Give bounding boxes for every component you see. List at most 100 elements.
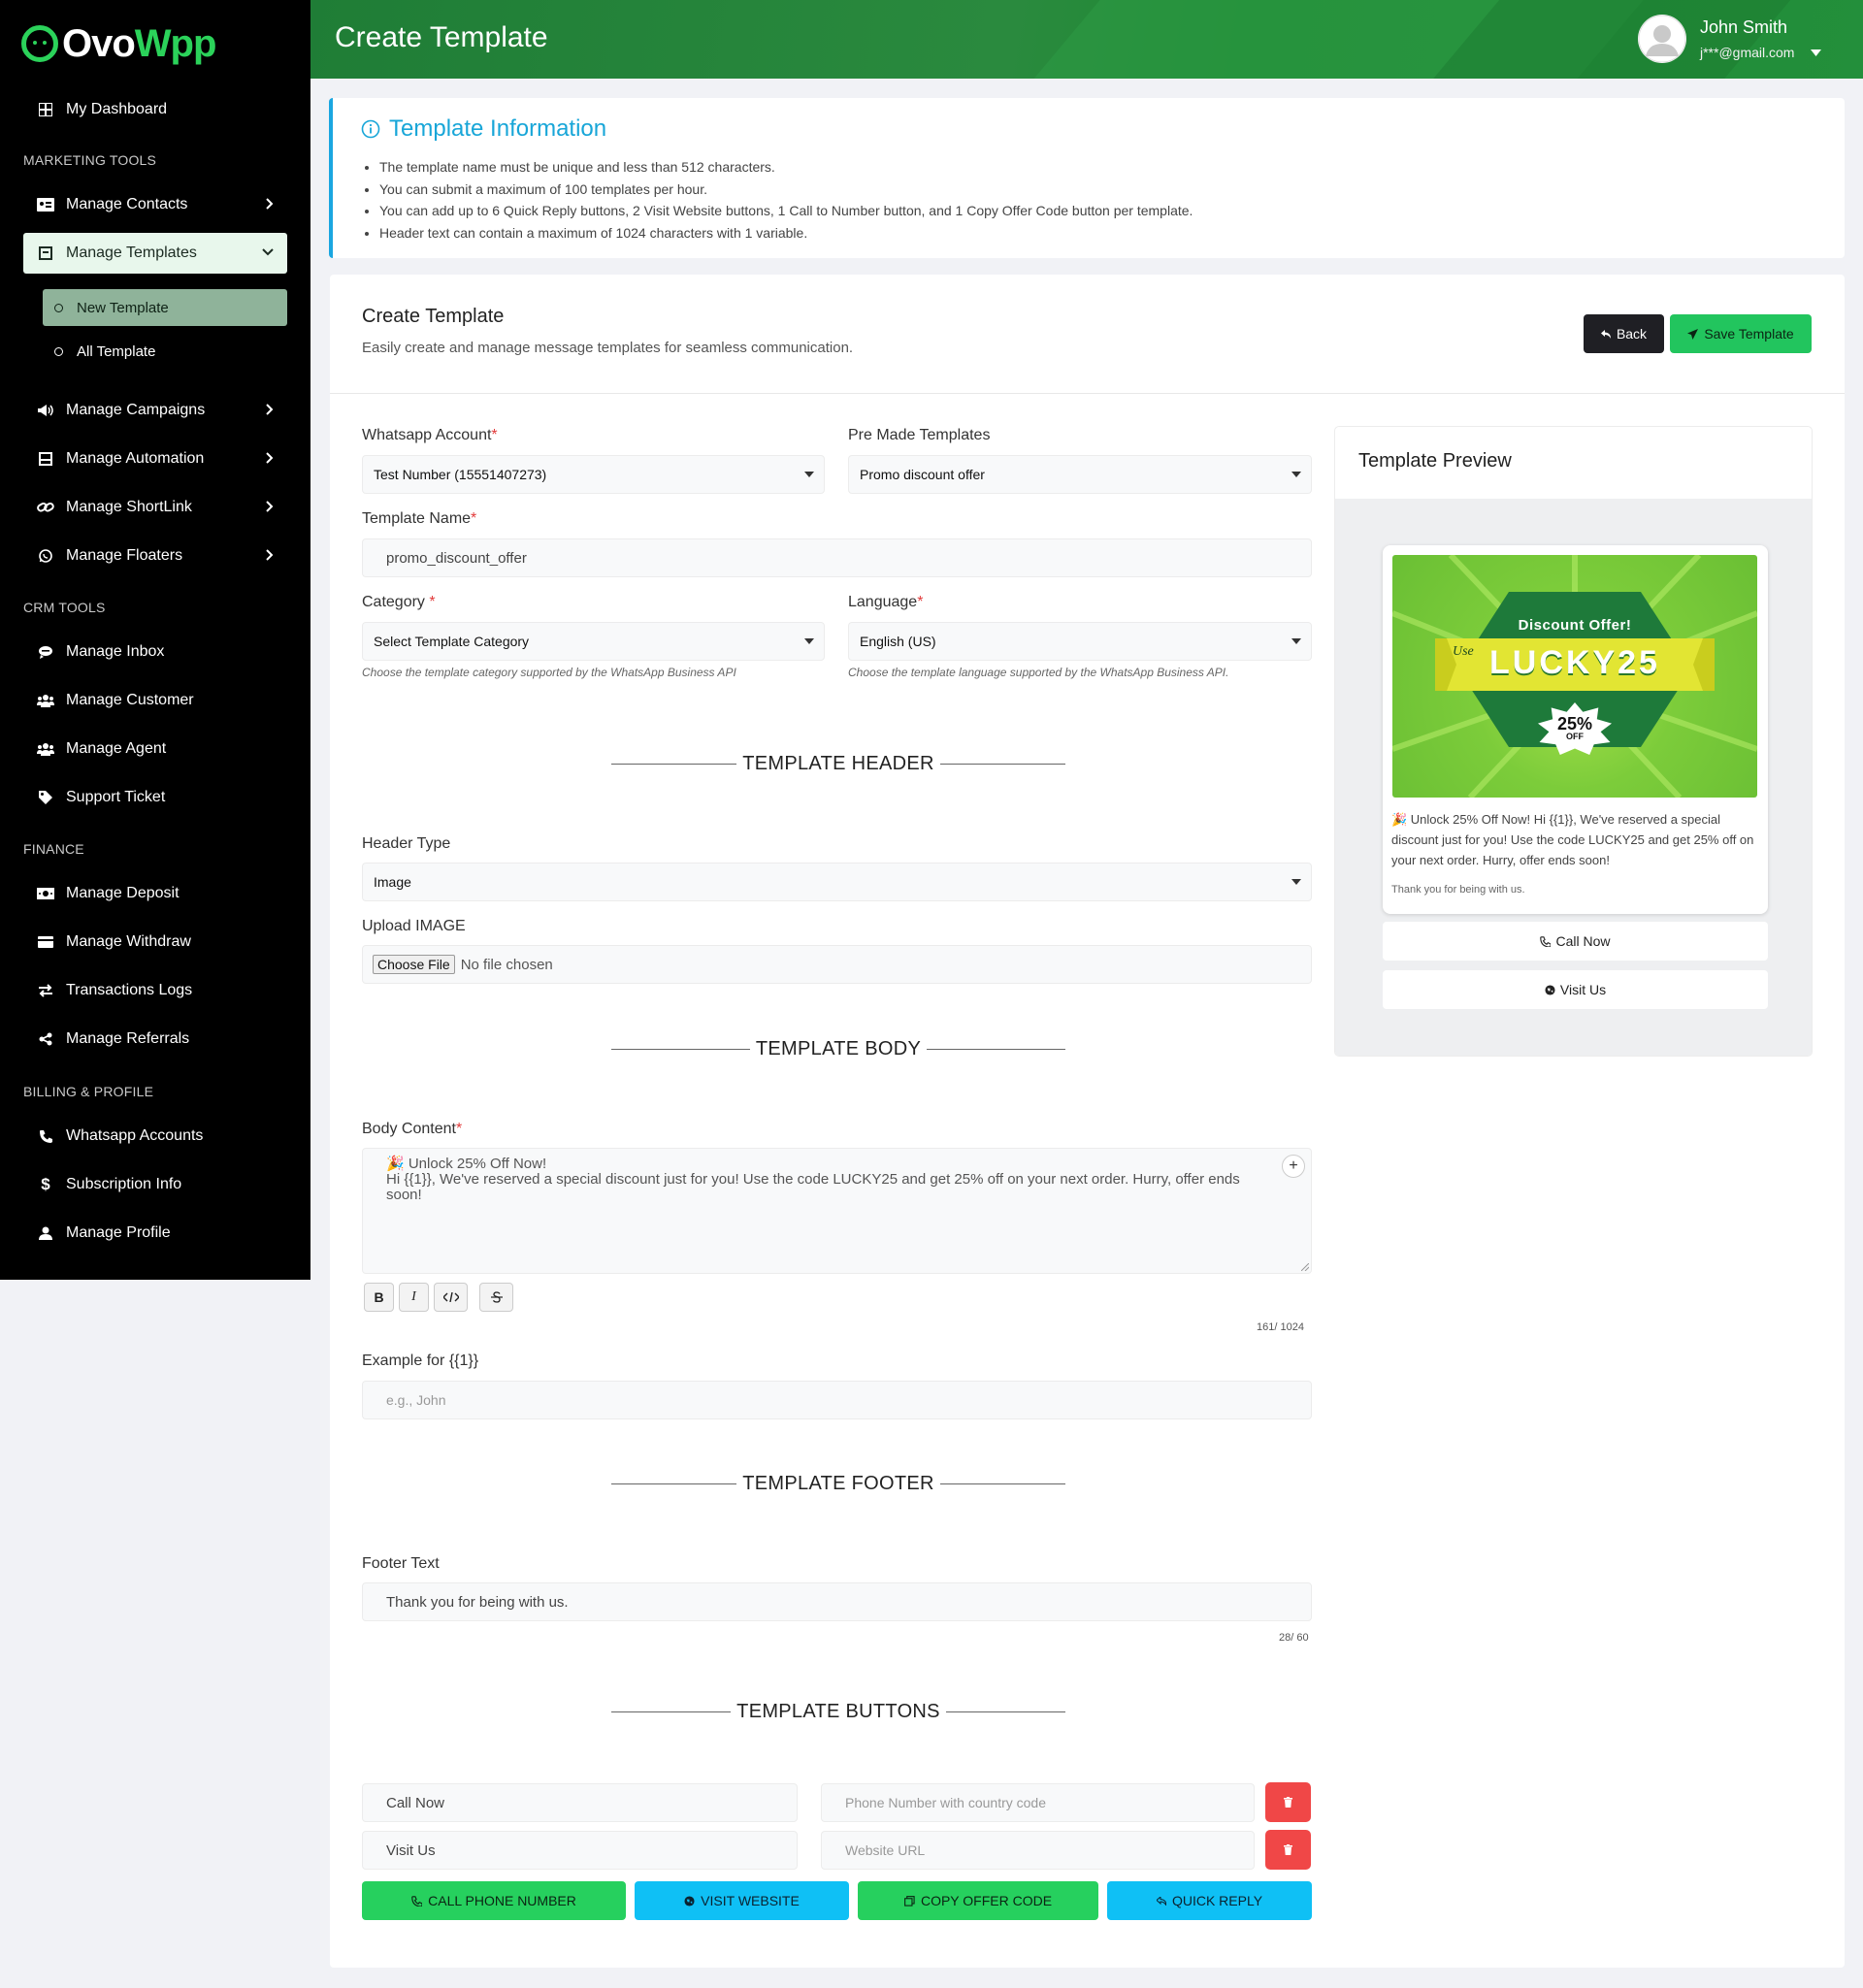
back-button[interactable]: Back <box>1584 314 1664 353</box>
sidebar-item-label: Manage Contacts <box>66 196 188 212</box>
sidebar-item-withdraw[interactable]: Manage Withdraw <box>23 922 287 962</box>
user-icon <box>37 1224 54 1242</box>
logo-text-wpp: Wpp <box>134 21 217 65</box>
italic-button[interactable]: I <box>399 1283 429 1312</box>
template-box-icon <box>37 244 54 262</box>
button-text-input[interactable]: Visit Us <box>362 1831 798 1870</box>
strikethrough-button[interactable] <box>479 1283 513 1312</box>
template-name-label: Template Name* <box>362 510 476 528</box>
sidebar-item-agent[interactable]: Manage Agent <box>23 729 287 769</box>
sidebar-item-deposit[interactable]: Manage Deposit <box>23 873 287 914</box>
user-email[interactable]: j***@gmail.com <box>1700 45 1794 60</box>
megaphone-icon <box>37 402 54 419</box>
section-title: TEMPLATE BODY <box>755 1037 922 1059</box>
sidebar-item-profile[interactable]: Manage Profile <box>23 1213 287 1254</box>
button-label: QUICK REPLY <box>1171 1893 1263 1908</box>
footer-char-counter: 28/ 60 <box>1279 1632 1309 1644</box>
app-logo[interactable]: Ovo Wpp <box>21 21 217 65</box>
section-template-footer: TEMPLATE FOOTER <box>605 1472 1071 1495</box>
sidebar-item-label: Transactions Logs <box>66 982 193 998</box>
section-title: TEMPLATE BUTTONS <box>736 1700 940 1722</box>
exchange-arrows-icon <box>37 982 54 999</box>
delete-button[interactable] <box>1265 1782 1311 1822</box>
preview-title: Template Preview <box>1358 450 1512 472</box>
body-line-2: Hi {{1}}, We've reserved a special disco… <box>386 1171 1240 1203</box>
add-quick-reply-button[interactable]: QUICK REPLY <box>1107 1881 1312 1920</box>
phone-icon <box>37 1127 54 1145</box>
sidebar-item-templates[interactable]: Manage Templates <box>23 233 287 274</box>
sidebar-subitem-new-template[interactable]: New Template <box>43 289 287 326</box>
sidebar-item-referrals[interactable]: Manage Referrals <box>23 1019 287 1059</box>
sidebar-item-dashboard[interactable]: My Dashboard <box>23 89 287 130</box>
website-url-input[interactable]: Website URL <box>821 1831 1255 1870</box>
header-type-select[interactable]: Image <box>362 863 1312 901</box>
preview-call-now-button[interactable]: Call Now <box>1383 922 1768 961</box>
add-variable-button[interactable]: + <box>1282 1155 1305 1178</box>
category-select[interactable]: Select Template Category <box>362 622 825 661</box>
caret-down-icon <box>1291 472 1301 477</box>
delete-button[interactable] <box>1265 1830 1311 1870</box>
sidebar-item-label: Manage Withdraw <box>66 933 191 950</box>
sidebar-item-customer[interactable]: Manage Customer <box>23 680 287 721</box>
sidebar-item-floaters[interactable]: Manage Floaters <box>23 536 287 576</box>
info-list-item: You can submit a maximum of 100 template… <box>379 179 1193 201</box>
premade-templates-label: Pre Made Templates <box>848 427 991 443</box>
money-bill-icon <box>37 885 54 902</box>
sidebar-item-campaigns[interactable]: Manage Campaigns <box>23 390 287 431</box>
language-select[interactable]: English (US) <box>848 622 1312 661</box>
resize-handle-icon[interactable] <box>1301 1263 1309 1271</box>
reply-arrow-icon <box>1156 1896 1166 1906</box>
sidebar-item-label: Manage Inbox <box>66 643 165 660</box>
sidebar-item-transactions[interactable]: Transactions Logs <box>23 970 287 1011</box>
footer-text-input[interactable]: Thank you for being with us. <box>362 1582 1312 1621</box>
required-mark: * <box>471 510 477 527</box>
button-text-input[interactable]: Call Now <box>362 1783 798 1822</box>
code-button[interactable] <box>434 1283 468 1312</box>
label-text: Body Content <box>362 1121 456 1137</box>
sidebar-item-subscription[interactable]: $ Subscription Info <box>23 1164 287 1205</box>
caret-down-icon <box>804 472 814 477</box>
select-value: Select Template Category <box>374 634 530 649</box>
section-template-body: TEMPLATE BODY <box>605 1037 1071 1060</box>
sidebar-item-inbox[interactable]: Manage Inbox <box>23 632 287 672</box>
user-name[interactable]: John Smith <box>1700 17 1787 38</box>
add-visit-website-button[interactable]: VISIT WEBSITE <box>635 1881 849 1920</box>
inbox-tray-icon <box>37 450 54 468</box>
save-template-button[interactable]: Save Template <box>1670 314 1812 353</box>
sidebar-item-automation[interactable]: Manage Automation <box>23 439 287 479</box>
bold-button[interactable]: B <box>364 1283 394 1312</box>
template-name-input[interactable]: promo_discount_offer <box>362 538 1312 577</box>
premade-templates-select[interactable]: Promo discount offer <box>848 455 1312 494</box>
form-subtitle: Easily create and manage message templat… <box>362 340 854 356</box>
preview-visit-us-button[interactable]: Visit Us <box>1383 970 1768 1009</box>
sidebar-item-whatsapp-accounts[interactable]: Whatsapp Accounts <box>23 1116 287 1157</box>
choose-file-button[interactable]: Choose File <box>373 955 455 974</box>
sidebar-item-shortlink[interactable]: Manage ShortLink <box>23 487 287 528</box>
add-copy-offer-code-button[interactable]: COPY OFFER CODE <box>858 1881 1098 1920</box>
file-upload-input[interactable]: Choose File No file chosen <box>362 945 1312 984</box>
sidebar-subitem-all-template[interactable]: All Template <box>43 333 287 370</box>
button-label: Call Now <box>1555 933 1611 949</box>
example-label: Example for {{1}} <box>362 1352 479 1369</box>
phone-number-input[interactable]: Phone Number with country code <box>821 1783 1255 1822</box>
reply-arrow-icon <box>1600 329 1611 339</box>
users-icon <box>37 740 54 758</box>
caret-down-icon[interactable] <box>1811 49 1821 56</box>
body-content-textarea[interactable]: 🎉 Unlock 25% Off Now! Hi {{1}}, We've re… <box>362 1148 1312 1274</box>
whatsapp-account-select[interactable]: Test Number (15551407273) <box>362 455 825 494</box>
caret-down-icon <box>1291 879 1301 885</box>
sidebar-item-support[interactable]: Support Ticket <box>23 777 287 818</box>
sidebar-item-contacts[interactable]: Manage Contacts <box>23 184 287 225</box>
globe-icon <box>684 1895 695 1907</box>
example-input[interactable]: e.g., John <box>362 1381 1312 1419</box>
add-call-phone-button[interactable]: CALL PHONE NUMBER <box>362 1881 626 1920</box>
select-value: Test Number (15551407273) <box>374 467 547 482</box>
avatar[interactable] <box>1638 15 1686 63</box>
sidebar-section-finance: FINANCE <box>23 841 84 857</box>
label-text: Template Name <box>362 510 472 527</box>
tag-icon <box>37 789 54 806</box>
form-title: Create Template <box>362 306 505 327</box>
image-off-text: OFF <box>1566 732 1584 741</box>
contacts-card-icon <box>37 196 54 213</box>
sidebar-item-label: Whatsapp Accounts <box>66 1127 204 1144</box>
